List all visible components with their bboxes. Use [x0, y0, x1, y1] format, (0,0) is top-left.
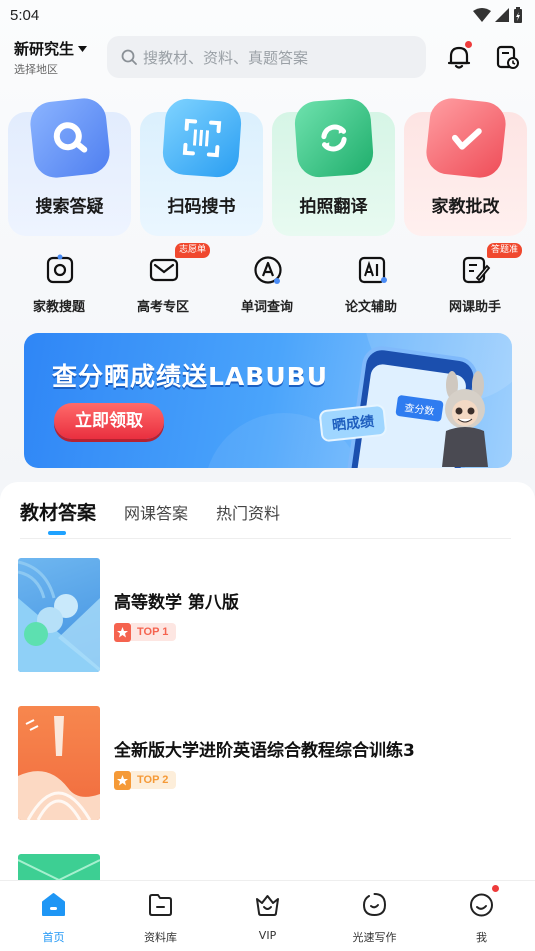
quick-link-tutor-search[interactable]: 家教搜题 [7, 254, 111, 318]
rank-text: TOP 2 [131, 771, 177, 789]
caret-down-icon [78, 45, 88, 52]
book-item[interactable]: 全新版大学进阶英语综合教程综合训练3 TOP 2 [18, 706, 518, 820]
nav-label: VIP [258, 929, 277, 942]
nav-vip[interactable]: VIP [214, 889, 321, 945]
book-cover-image [18, 706, 100, 820]
search-bar[interactable]: 搜教材、资料、真题答案 [107, 36, 426, 78]
status-icons [473, 7, 523, 23]
quick-link-badge: 志愿单 [175, 243, 211, 258]
quick-link-label: 单词查询 [240, 300, 293, 315]
nav-label: 我 [476, 931, 487, 944]
quick-link-label: 论文辅助 [344, 300, 397, 315]
quick-link-word-lookup[interactable]: 单词查询 [215, 254, 319, 318]
home-icon [42, 893, 65, 916]
crown-icon [256, 895, 279, 916]
nav-label: 首页 [42, 931, 65, 944]
quick-link-gaokao[interactable]: 志愿单 高考专区 [111, 243, 215, 318]
nav-fast-writing[interactable]: 光速写作 [321, 889, 428, 945]
claim-button[interactable]: 立即领取 [54, 403, 164, 439]
translate-icon [293, 97, 375, 179]
search-icon [28, 96, 112, 180]
header: 新研究生 选择地区 搜教材、资料、真题答案 [0, 34, 535, 80]
write-icon [362, 893, 387, 917]
tile-label: 搜索答疑 [35, 197, 104, 217]
book-item[interactable]: 高等数学 第八版 TOP 1 [18, 558, 518, 672]
tab-hot-materials[interactable]: 热门资料 [216, 500, 280, 524]
ai-icon [358, 256, 387, 284]
notification-dot [465, 41, 472, 48]
labubu-mascot-image [442, 371, 488, 467]
nav-library[interactable]: 资料库 [107, 889, 214, 945]
divider [20, 538, 511, 539]
folder-icon [149, 894, 172, 916]
active-tab-indicator [48, 531, 66, 535]
tile-search-answer[interactable]: 搜索答疑 [8, 96, 131, 236]
status-bar: 5:04 [0, 0, 535, 30]
notification-dot [492, 885, 499, 892]
edit-note-icon [462, 256, 491, 284]
nav-home[interactable]: 首页 [0, 889, 107, 945]
history-icon [496, 45, 519, 69]
nav-label: 资料库 [144, 931, 177, 944]
wifi-icon [473, 8, 491, 22]
share-score-tag: 晒成绩 [318, 403, 388, 443]
rank-badge: TOP 2 [114, 770, 177, 790]
tile-photo-translate[interactable]: 拍照翻译 [272, 97, 395, 236]
feature-tiles: 搜索答疑 扫码搜书 拍照翻译 家教批改 [8, 96, 528, 236]
battery-icon [514, 7, 522, 23]
nav-label: 光速写作 [352, 931, 397, 944]
nav-me[interactable]: 我 [428, 885, 535, 945]
content-card: 教材答案 网课答案 热门资料 高等数学 第八版 TOP 1 全新版大学进阶英语综… [0, 482, 535, 902]
check-icon [424, 96, 508, 180]
letter-a-icon [254, 256, 282, 284]
mail-icon [149, 258, 179, 282]
region-name: 新研究生 [14, 40, 75, 58]
signal-icon [495, 8, 509, 22]
tab-textbook-answers[interactable]: 教材答案 [20, 498, 96, 525]
tile-label: 拍照翻译 [299, 197, 368, 217]
quick-link-label: 高考专区 [136, 300, 189, 315]
camera-search-icon [46, 254, 74, 284]
profile-icon [470, 893, 493, 917]
region-selector[interactable]: 新研究生 选择地区 [14, 38, 104, 77]
scan-icon [161, 97, 243, 179]
quick-link-online-course[interactable]: 答题准 网课助手 [423, 243, 527, 318]
status-time: 5:04 [10, 6, 40, 24]
search-placeholder: 搜教材、资料、真题答案 [143, 48, 309, 67]
history-button[interactable] [494, 44, 520, 70]
quick-link-badge: 答题准 [487, 243, 523, 258]
tile-tutor-grading[interactable]: 家教批改 [404, 96, 527, 236]
book-cover-image [18, 558, 100, 672]
star-icon [114, 770, 131, 790]
banner-title: 查分晒成绩送LABUBU [52, 362, 328, 391]
tile-label: 家教批改 [431, 197, 500, 217]
quick-link-label: 家教搜题 [32, 300, 85, 315]
tab-course-answers[interactable]: 网课答案 [124, 500, 188, 524]
book-title: 高等数学 第八版 [114, 593, 239, 613]
book-title: 全新版大学进阶英语综合教程综合训练3 [114, 741, 415, 761]
promo-banner[interactable]: 查分晒成绩送LABUBU 立即领取 查分数 晒成绩 [24, 333, 512, 468]
search-icon [121, 49, 137, 65]
quick-link-thesis[interactable]: 论文辅助 [319, 254, 423, 318]
rank-text: TOP 1 [131, 623, 177, 641]
rank-badge: TOP 1 [114, 622, 177, 642]
tile-label: 扫码搜书 [167, 197, 236, 217]
quick-link-label: 网课助手 [448, 300, 501, 315]
notification-button[interactable] [446, 41, 472, 70]
bottom-nav: 首页 资料库 VIP 光速写作 我 [0, 880, 535, 951]
quick-links: 家教搜题 志愿单 高考专区 单词查询 论文辅助 答题准 网课助手 [0, 243, 535, 318]
content-tabs: 教材答案 网课答案 热门资料 [20, 498, 280, 528]
tile-scan-book[interactable]: 扫码搜书 [140, 97, 263, 236]
region-subtitle: 选择地区 [14, 63, 58, 76]
star-icon [114, 622, 131, 642]
